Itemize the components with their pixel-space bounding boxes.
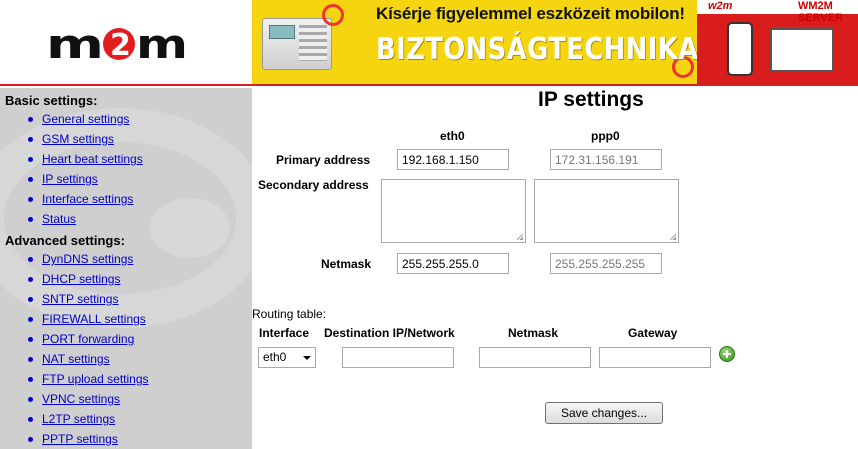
column-header-ppp0: ppp0 (591, 129, 620, 143)
m2m-logo[interactable]: m 2 m (46, 22, 188, 66)
advanced-settings-heading: Advanced settings: (5, 233, 125, 248)
laptop-image (770, 28, 834, 72)
banner-server-label: WM2M SERVER (798, 0, 844, 24)
advertisement-banner[interactable]: Kísérje figyelemmel eszközeit mobilon! B… (252, 0, 858, 84)
page-header: m 2 m Kísérje figyelemmel eszközeit mobi… (0, 0, 858, 86)
sidebar-item-ftp-upload-settings[interactable]: FTP upload settings (42, 372, 149, 386)
sidebar-item-interface-settings[interactable]: Interface settings (42, 192, 133, 206)
bullet-icon (28, 137, 33, 142)
chevron-down-icon (303, 356, 311, 360)
banner-tagline: Kísérje figyelemmel eszközeit mobilon! (376, 4, 685, 23)
bullet-icon (28, 397, 33, 402)
bullet-icon (28, 417, 33, 422)
bullet-icon (28, 117, 33, 122)
routing-netmask-input[interactable] (479, 347, 591, 368)
add-route-icon[interactable] (719, 346, 735, 362)
bullet-icon (28, 337, 33, 342)
bullet-icon (28, 177, 33, 182)
secondary-address-eth0-textarea[interactable] (381, 179, 526, 243)
sidebar-item-status[interactable]: Status (42, 212, 76, 226)
bullet-icon (28, 437, 33, 442)
secondary-address-ppp0-textarea[interactable] (534, 179, 679, 243)
netmask-eth0-input[interactable] (397, 253, 509, 274)
wm2m-logo: w2m (708, 0, 733, 12)
page-title: IP settings (538, 88, 644, 111)
sidebar-item-dhcp-settings[interactable]: DHCP settings (42, 272, 120, 286)
basic-settings-heading: Basic settings: (5, 93, 98, 108)
bullet-icon (28, 377, 33, 382)
save-changes-button[interactable]: Save changes... (545, 402, 663, 424)
routing-header-gateway: Gateway (628, 326, 678, 340)
svg-text:m: m (46, 22, 104, 66)
netmask-label: Netmask (321, 257, 372, 271)
routing-header-interface: Interface (259, 326, 310, 340)
column-header-eth0: eth0 (440, 129, 465, 143)
primary-address-eth0-input[interactable] (397, 149, 509, 170)
sidebar-item-dyndns-settings[interactable]: DynDNS settings (42, 252, 133, 266)
bullet-icon (28, 217, 33, 222)
svg-text:m: m (136, 22, 188, 66)
bullet-icon (28, 297, 33, 302)
bullet-icon (28, 277, 33, 282)
main-content: IP settings eth0 ppp0 Primary address Se… (252, 88, 858, 449)
bullet-icon (28, 357, 33, 362)
sidebar-item-general-settings[interactable]: General settings (42, 112, 129, 126)
alarm-panel-image (262, 18, 332, 70)
sidebar-nav: Basic settings: General settings GSM set… (0, 88, 252, 449)
netmask-ppp0-input[interactable] (550, 253, 662, 274)
routing-interface-value: eth0 (263, 350, 287, 364)
bullet-icon (28, 317, 33, 322)
sidebar-item-port-forwarding[interactable]: PORT forwarding (42, 332, 134, 346)
bullet-icon (28, 257, 33, 262)
routing-destination-input[interactable] (342, 347, 454, 368)
sidebar-item-pptp-settings[interactable]: PPTP settings (42, 432, 118, 446)
routing-header-destination: Destination IP/Network (324, 326, 455, 340)
banner-title: BIZTONSÁGTECHNIKA (376, 32, 699, 67)
svg-text:2: 2 (110, 28, 131, 63)
routing-interface-select[interactable]: eth0 (258, 347, 316, 368)
sidebar-item-nat-settings[interactable]: NAT settings (42, 352, 110, 366)
routing-table-title: Routing table: (252, 307, 327, 321)
sidebar-item-l2tp-settings[interactable]: L2TP settings (42, 412, 115, 426)
bullet-icon (28, 197, 33, 202)
primary-address-label: Primary address (276, 153, 371, 167)
sidebar-item-heart-beat-settings[interactable]: Heart beat settings (42, 152, 143, 166)
routing-gateway-input[interactable] (599, 347, 711, 368)
primary-address-ppp0-input[interactable] (550, 149, 662, 170)
sidebar-item-sntp-settings[interactable]: SNTP settings (42, 292, 118, 306)
secondary-address-label: Secondary address (258, 178, 369, 192)
sidebar-item-firewall-settings[interactable]: FIREWALL settings (42, 312, 146, 326)
routing-header-netmask: Netmask (508, 326, 559, 340)
sidebar-item-gsm-settings[interactable]: GSM settings (42, 132, 114, 146)
sidebar-item-vpnc-settings[interactable]: VPNC settings (42, 392, 120, 406)
sidebar-item-ip-settings[interactable]: IP settings (42, 172, 98, 186)
phone-image (727, 22, 753, 76)
bullet-icon (28, 157, 33, 162)
signal-waves-icon (322, 4, 344, 26)
